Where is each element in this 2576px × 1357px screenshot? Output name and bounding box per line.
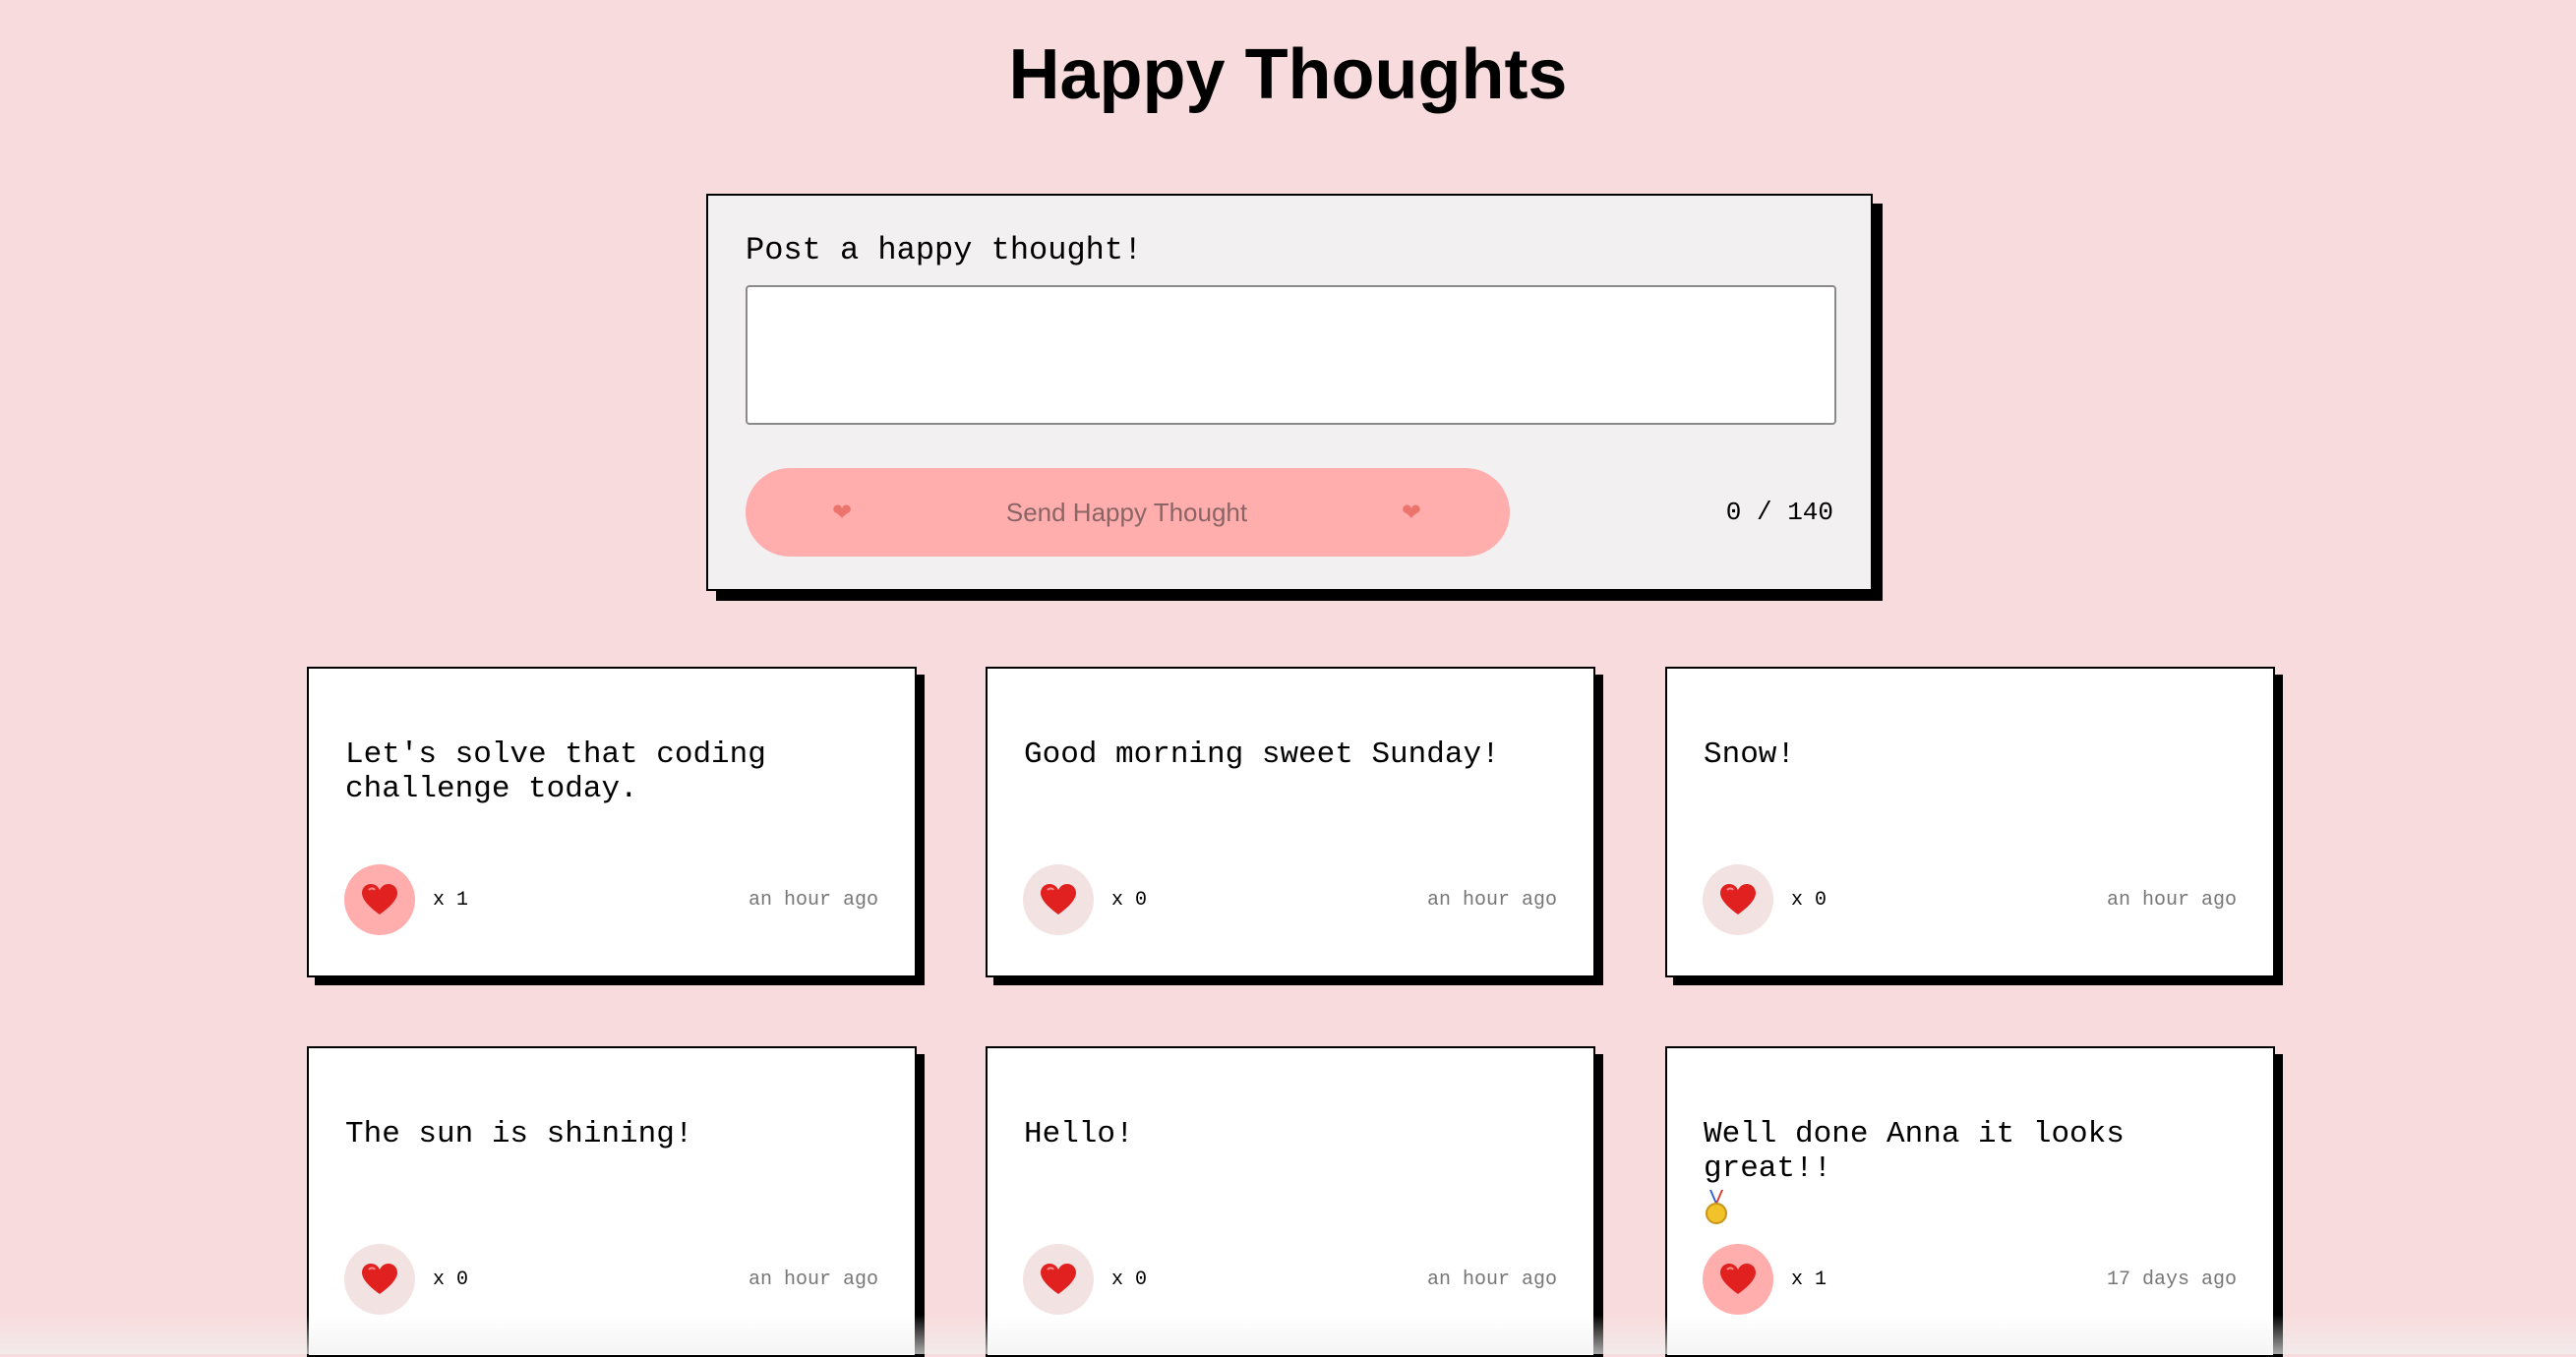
thought-message: Good morning sweet Sunday! xyxy=(1024,738,1500,772)
form-label: Post a happy thought! xyxy=(746,232,1143,268)
thought-textarea[interactable] xyxy=(746,285,1836,425)
thought-card: Well done Anna it looks great!! x 1 17 d… xyxy=(1665,1046,2275,1357)
like-count: x 0 xyxy=(1791,889,1827,912)
character-counter: 0 / 140 xyxy=(1725,498,1833,527)
heart-icon: ❤ xyxy=(832,499,853,526)
heart-icon: ❤ xyxy=(1401,499,1421,526)
timestamp: an hour ago xyxy=(1426,1268,1557,1291)
send-button-label: Send Happy Thought xyxy=(1005,497,1248,527)
send-happy-thought-button[interactable]: ❤ Send Happy Thought ❤ xyxy=(746,468,1510,557)
like-count: x 1 xyxy=(1791,1268,1827,1291)
like-button[interactable] xyxy=(1703,1244,1773,1315)
thought-message: Well done Anna it looks great!! xyxy=(1704,1117,2235,1235)
heart-icon xyxy=(1720,884,1756,914)
like-button[interactable] xyxy=(344,1244,415,1315)
like-button[interactable] xyxy=(1023,1244,1094,1315)
like-count: x 0 xyxy=(1111,1268,1148,1291)
heart-icon xyxy=(1041,884,1076,914)
like-count: x 0 xyxy=(433,1268,469,1291)
like-count: x 1 xyxy=(433,889,469,912)
thought-card: Snow! x 0 an hour ago xyxy=(1665,667,2275,977)
timestamp: an hour ago xyxy=(1426,889,1557,912)
thought-message: The sun is shining! xyxy=(345,1117,693,1151)
like-button[interactable] xyxy=(1023,864,1094,935)
thought-card: Good morning sweet Sunday! x 0 an hour a… xyxy=(986,667,1595,977)
timestamp: an hour ago xyxy=(748,889,878,912)
like-button[interactable] xyxy=(1703,864,1773,935)
thought-message: Let's solve that coding challenge today. xyxy=(345,738,785,806)
like-count: x 0 xyxy=(1111,889,1148,912)
thought-text: Well done Anna it looks great!! xyxy=(1704,1117,2143,1186)
thought-card: Hello! x 0 an hour ago xyxy=(986,1046,1595,1357)
heart-icon xyxy=(362,1264,397,1294)
timestamp: an hour ago xyxy=(2106,889,2237,912)
heart-icon xyxy=(362,884,397,914)
heart-icon xyxy=(1720,1264,1756,1294)
timestamp: 17 days ago xyxy=(2106,1268,2237,1291)
timestamp: an hour ago xyxy=(748,1268,878,1291)
page-title: Happy Thoughts xyxy=(1008,35,1568,114)
like-button[interactable] xyxy=(344,864,415,935)
new-thought-form: Post a happy thought! ❤ Send Happy Thoug… xyxy=(706,194,1873,591)
thought-message: Snow! xyxy=(1704,738,1796,772)
thought-message: Hello! xyxy=(1024,1117,1134,1151)
medal-icon xyxy=(1706,1190,1727,1224)
thought-card: Let's solve that coding challenge today.… xyxy=(307,667,917,977)
heart-icon xyxy=(1041,1264,1076,1294)
thought-card: The sun is shining! x 0 an hour ago xyxy=(307,1046,917,1357)
